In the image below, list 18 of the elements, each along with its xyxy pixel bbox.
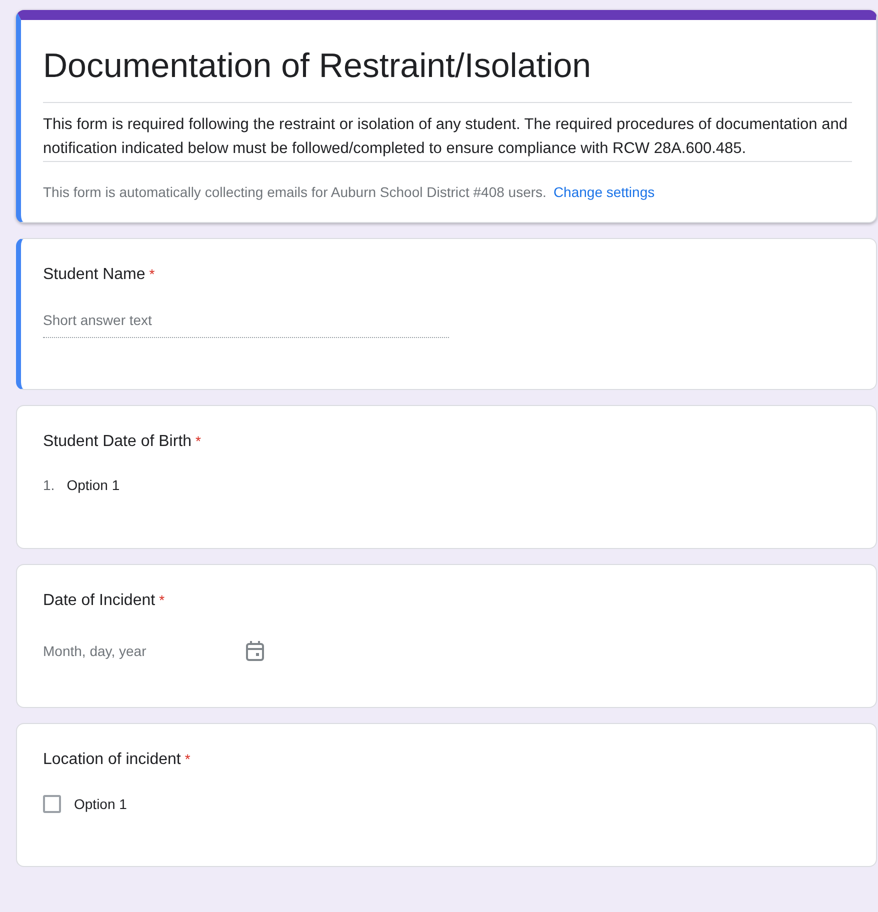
form-title: Documentation of Restraint/Isolation [43, 38, 852, 103]
checkbox[interactable] [43, 795, 61, 813]
form-description: This form is required following the restraint or isolation of any student. The required procedures of documentation and notification indicated below must be followed/completed to ensure compliance with RCW 28A.600.485. [43, 103, 852, 162]
question-title: Student Date of Birth [43, 433, 192, 451]
change-settings-link[interactable]: Change settings [553, 184, 655, 200]
option-number: 1. [43, 477, 55, 493]
question-title: Student Name [43, 266, 146, 284]
required-mark: * [149, 266, 155, 282]
option-label: Option 1 [74, 796, 127, 812]
calendar-icon[interactable] [245, 640, 265, 662]
required-mark: * [196, 433, 201, 449]
required-mark: * [159, 592, 165, 608]
question-title: Date of Incident [43, 592, 156, 610]
option-label: Option 1 [66, 477, 120, 493]
required-mark: * [184, 751, 190, 767]
question-title: Location of incident [43, 751, 181, 769]
short-answer-field[interactable]: Short answer text [43, 304, 449, 338]
email-notice: This form is automatically collecting emails for Auburn School District #408 users. [43, 184, 546, 200]
